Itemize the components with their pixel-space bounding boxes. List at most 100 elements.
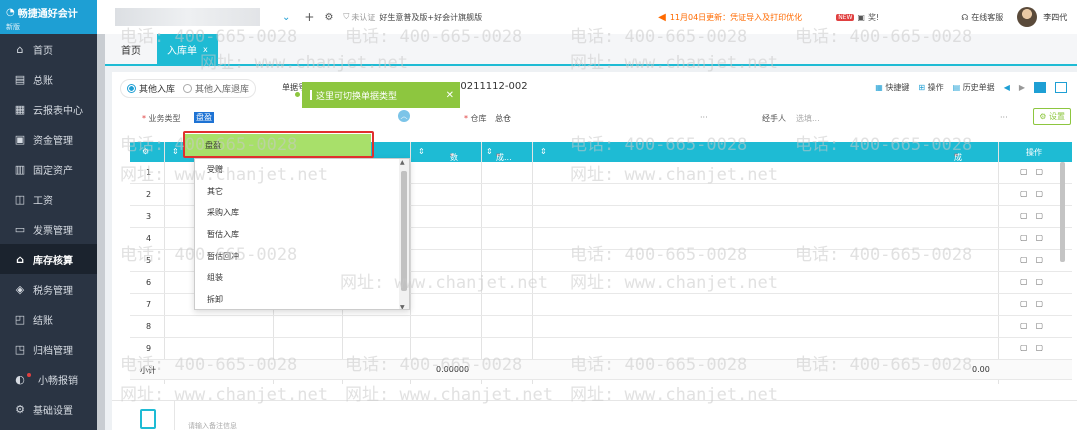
- sidebar-item-checkout[interactable]: ◰ 结账: [0, 304, 97, 334]
- history-button[interactable]: ▤ 历史单据: [953, 82, 995, 93]
- sort-icon[interactable]: ⇕: [418, 147, 425, 156]
- table-row[interactable]: 8 ▢▢: [130, 316, 1072, 338]
- row-actions[interactable]: ▢▢: [1020, 255, 1051, 264]
- history-icon: ▤: [952, 83, 961, 92]
- invoice-icon: ▭: [14, 222, 26, 236]
- sidebar-item-ledger[interactable]: ▤ 总账: [0, 64, 97, 94]
- gift-button[interactable]: NEW ▣ 奖!: [836, 12, 879, 23]
- next-arrow-icon[interactable]: ▶: [1019, 83, 1025, 92]
- tab-bar: 首页 入库单 x: [97, 34, 1077, 66]
- chevron-up-icon[interactable]: ︿: [398, 110, 410, 122]
- plus-icon[interactable]: +: [304, 10, 314, 24]
- tab-inbound-order[interactable]: 入库单 x: [157, 34, 218, 64]
- dropdown-scrollbar[interactable]: ▲ ▼: [399, 159, 409, 309]
- subtotal-amount: 0.00: [972, 365, 990, 374]
- user-name[interactable]: 李四代: [1043, 12, 1067, 23]
- form-toolbar: ▦ 快捷键 ⊞ 操作 ▤ 历史单据 ◀ ▶: [875, 82, 1067, 93]
- handler-label: 经手人: [762, 114, 786, 123]
- row-actions[interactable]: ▢▢: [1020, 189, 1051, 198]
- business-type-input[interactable]: 盘盈: [194, 112, 214, 123]
- sidebar-item-assets[interactable]: ▥ 固定资产: [0, 154, 97, 184]
- auth-status[interactable]: 未认证: [351, 12, 375, 23]
- bill-number-value: 20211112-002: [454, 81, 528, 92]
- dropdown-option[interactable]: 受赠: [195, 159, 399, 181]
- business-type-dropdown: 受赠 其它 采购入库 暂估入库 暂估回冲 组装 拆卸 ▲ ▼: [194, 158, 410, 310]
- update-notice[interactable]: ◀ 11月04日更新：凭证导入及打印优化: [658, 12, 802, 23]
- shortcut-button[interactable]: ▦ 快捷键: [875, 82, 909, 93]
- app-logo[interactable]: ◔ 畅捷通好会计 新版: [0, 0, 97, 34]
- company-name-blurred[interactable]: [115, 8, 260, 26]
- sidebar-item-invoice[interactable]: ▭ 发票管理: [0, 214, 97, 244]
- tooltip-pin: [294, 91, 301, 98]
- row-actions[interactable]: ▢▢: [1020, 299, 1051, 308]
- home-icon: ⌂: [16, 42, 24, 56]
- top-bar: ⌄ + ⚙ ⛉ 未认证 好生意普及版+好会计旗舰版 ◀ 11月04日更新：凭证导入…: [97, 0, 1077, 34]
- order-type-radio-group: 其他入库 其他入库退库: [120, 79, 257, 98]
- row-actions[interactable]: ▢▢: [1020, 167, 1051, 176]
- sidebar-item-report[interactable]: ▦ 云报表中心: [0, 94, 97, 124]
- sidebar-item-tax[interactable]: ◈ 税务管理: [0, 274, 97, 304]
- prev-arrow-icon[interactable]: ◀: [1004, 83, 1010, 92]
- dropdown-option[interactable]: 拆卸: [195, 289, 399, 309]
- sort-icon[interactable]: ⇕: [540, 147, 547, 156]
- logo-name: 畅捷通好会计: [17, 9, 78, 20]
- warehouse-more-button[interactable]: ···: [700, 113, 708, 122]
- handler-input[interactable]: 选填...: [796, 113, 820, 124]
- row-actions[interactable]: ▢▢: [1020, 233, 1051, 242]
- speaker-icon: ◀: [658, 11, 666, 23]
- dropdown-option[interactable]: 暂估入库: [195, 224, 399, 246]
- subtotal-row: 小计 0.00000 0.00: [130, 360, 1072, 380]
- sidebar-item-archive[interactable]: ◳ 归档管理: [0, 334, 97, 364]
- sidebar-item-inventory[interactable]: ⌂ 库存核算: [0, 244, 97, 274]
- card-view-button[interactable]: [1055, 82, 1067, 93]
- sidebar-item-salary[interactable]: ◫ 工资: [0, 184, 97, 214]
- radio-other-inbound[interactable]: 其他入库: [127, 82, 175, 95]
- remark-input[interactable]: 请输入备注信息: [188, 421, 237, 430]
- gear-icon: ⚙: [1039, 112, 1047, 121]
- gift-icon: ▣: [857, 12, 865, 22]
- dropdown-option[interactable]: 暂估回冲: [195, 245, 399, 267]
- scroll-up-icon[interactable]: ▲: [400, 159, 405, 166]
- panel-divider: [97, 34, 105, 430]
- chevron-down-icon[interactable]: ⌄: [282, 12, 290, 23]
- dropdown-option[interactable]: 采购入库: [195, 202, 399, 224]
- row-actions[interactable]: ▢▢: [1020, 343, 1051, 352]
- sort-icon[interactable]: ⇕: [486, 147, 493, 156]
- setting-button[interactable]: ⚙ 设置: [1033, 108, 1071, 125]
- gear-icon[interactable]: ⚙: [324, 12, 333, 23]
- close-icon[interactable]: ✕: [446, 90, 454, 101]
- sidebar-item-settings[interactable]: ⚙ 基础设置: [0, 394, 97, 424]
- avatar[interactable]: [1017, 7, 1038, 27]
- tab-home[interactable]: 首页: [111, 34, 151, 64]
- grid-icon: ⊞: [918, 83, 926, 92]
- list-view-button[interactable]: [1034, 82, 1046, 93]
- gear-icon[interactable]: ⚙: [142, 147, 149, 156]
- asset-icon: ▥: [14, 162, 26, 176]
- product-name: 好生意普及版+好会计旗舰版: [379, 12, 483, 22]
- sidebar-item-reimburse[interactable]: ◐ 小畅报销: [0, 364, 97, 394]
- row-actions[interactable]: ▢▢: [1020, 277, 1051, 286]
- sort-icon[interactable]: ⇕: [172, 147, 179, 156]
- handler-more-button[interactable]: ···: [1000, 113, 1008, 122]
- dropdown-option[interactable]: 组装: [195, 267, 399, 289]
- headset-icon: ☊: [961, 12, 969, 22]
- online-service-button[interactable]: ☊ 在线客服: [961, 12, 1003, 23]
- operate-button[interactable]: ⊞ 操作: [918, 82, 943, 93]
- close-icon[interactable]: x: [203, 45, 208, 54]
- note-icon: [140, 409, 156, 429]
- sidebar-item-home[interactable]: ⌂ 首页: [0, 34, 97, 64]
- business-type-label: * 业务类型: [142, 114, 181, 123]
- table-scrollbar[interactable]: [1060, 162, 1065, 262]
- tax-icon: ◈: [15, 282, 25, 296]
- warehouse-input[interactable]: 总仓: [495, 113, 511, 124]
- scroll-down-icon[interactable]: ▼: [400, 304, 405, 309]
- highlight-box: [183, 131, 374, 158]
- warehouse-label: * 仓库: [464, 114, 487, 123]
- new-badge: NEW: [836, 13, 855, 21]
- dropdown-option[interactable]: 其它: [195, 181, 399, 203]
- sidebar-item-funds[interactable]: ▣ 资金管理: [0, 124, 97, 154]
- table-row[interactable]: 9 ▢▢: [130, 338, 1072, 360]
- row-actions[interactable]: ▢▢: [1020, 211, 1051, 220]
- row-actions[interactable]: ▢▢: [1020, 321, 1051, 330]
- radio-other-inbound-return[interactable]: 其他入库退库: [183, 82, 249, 95]
